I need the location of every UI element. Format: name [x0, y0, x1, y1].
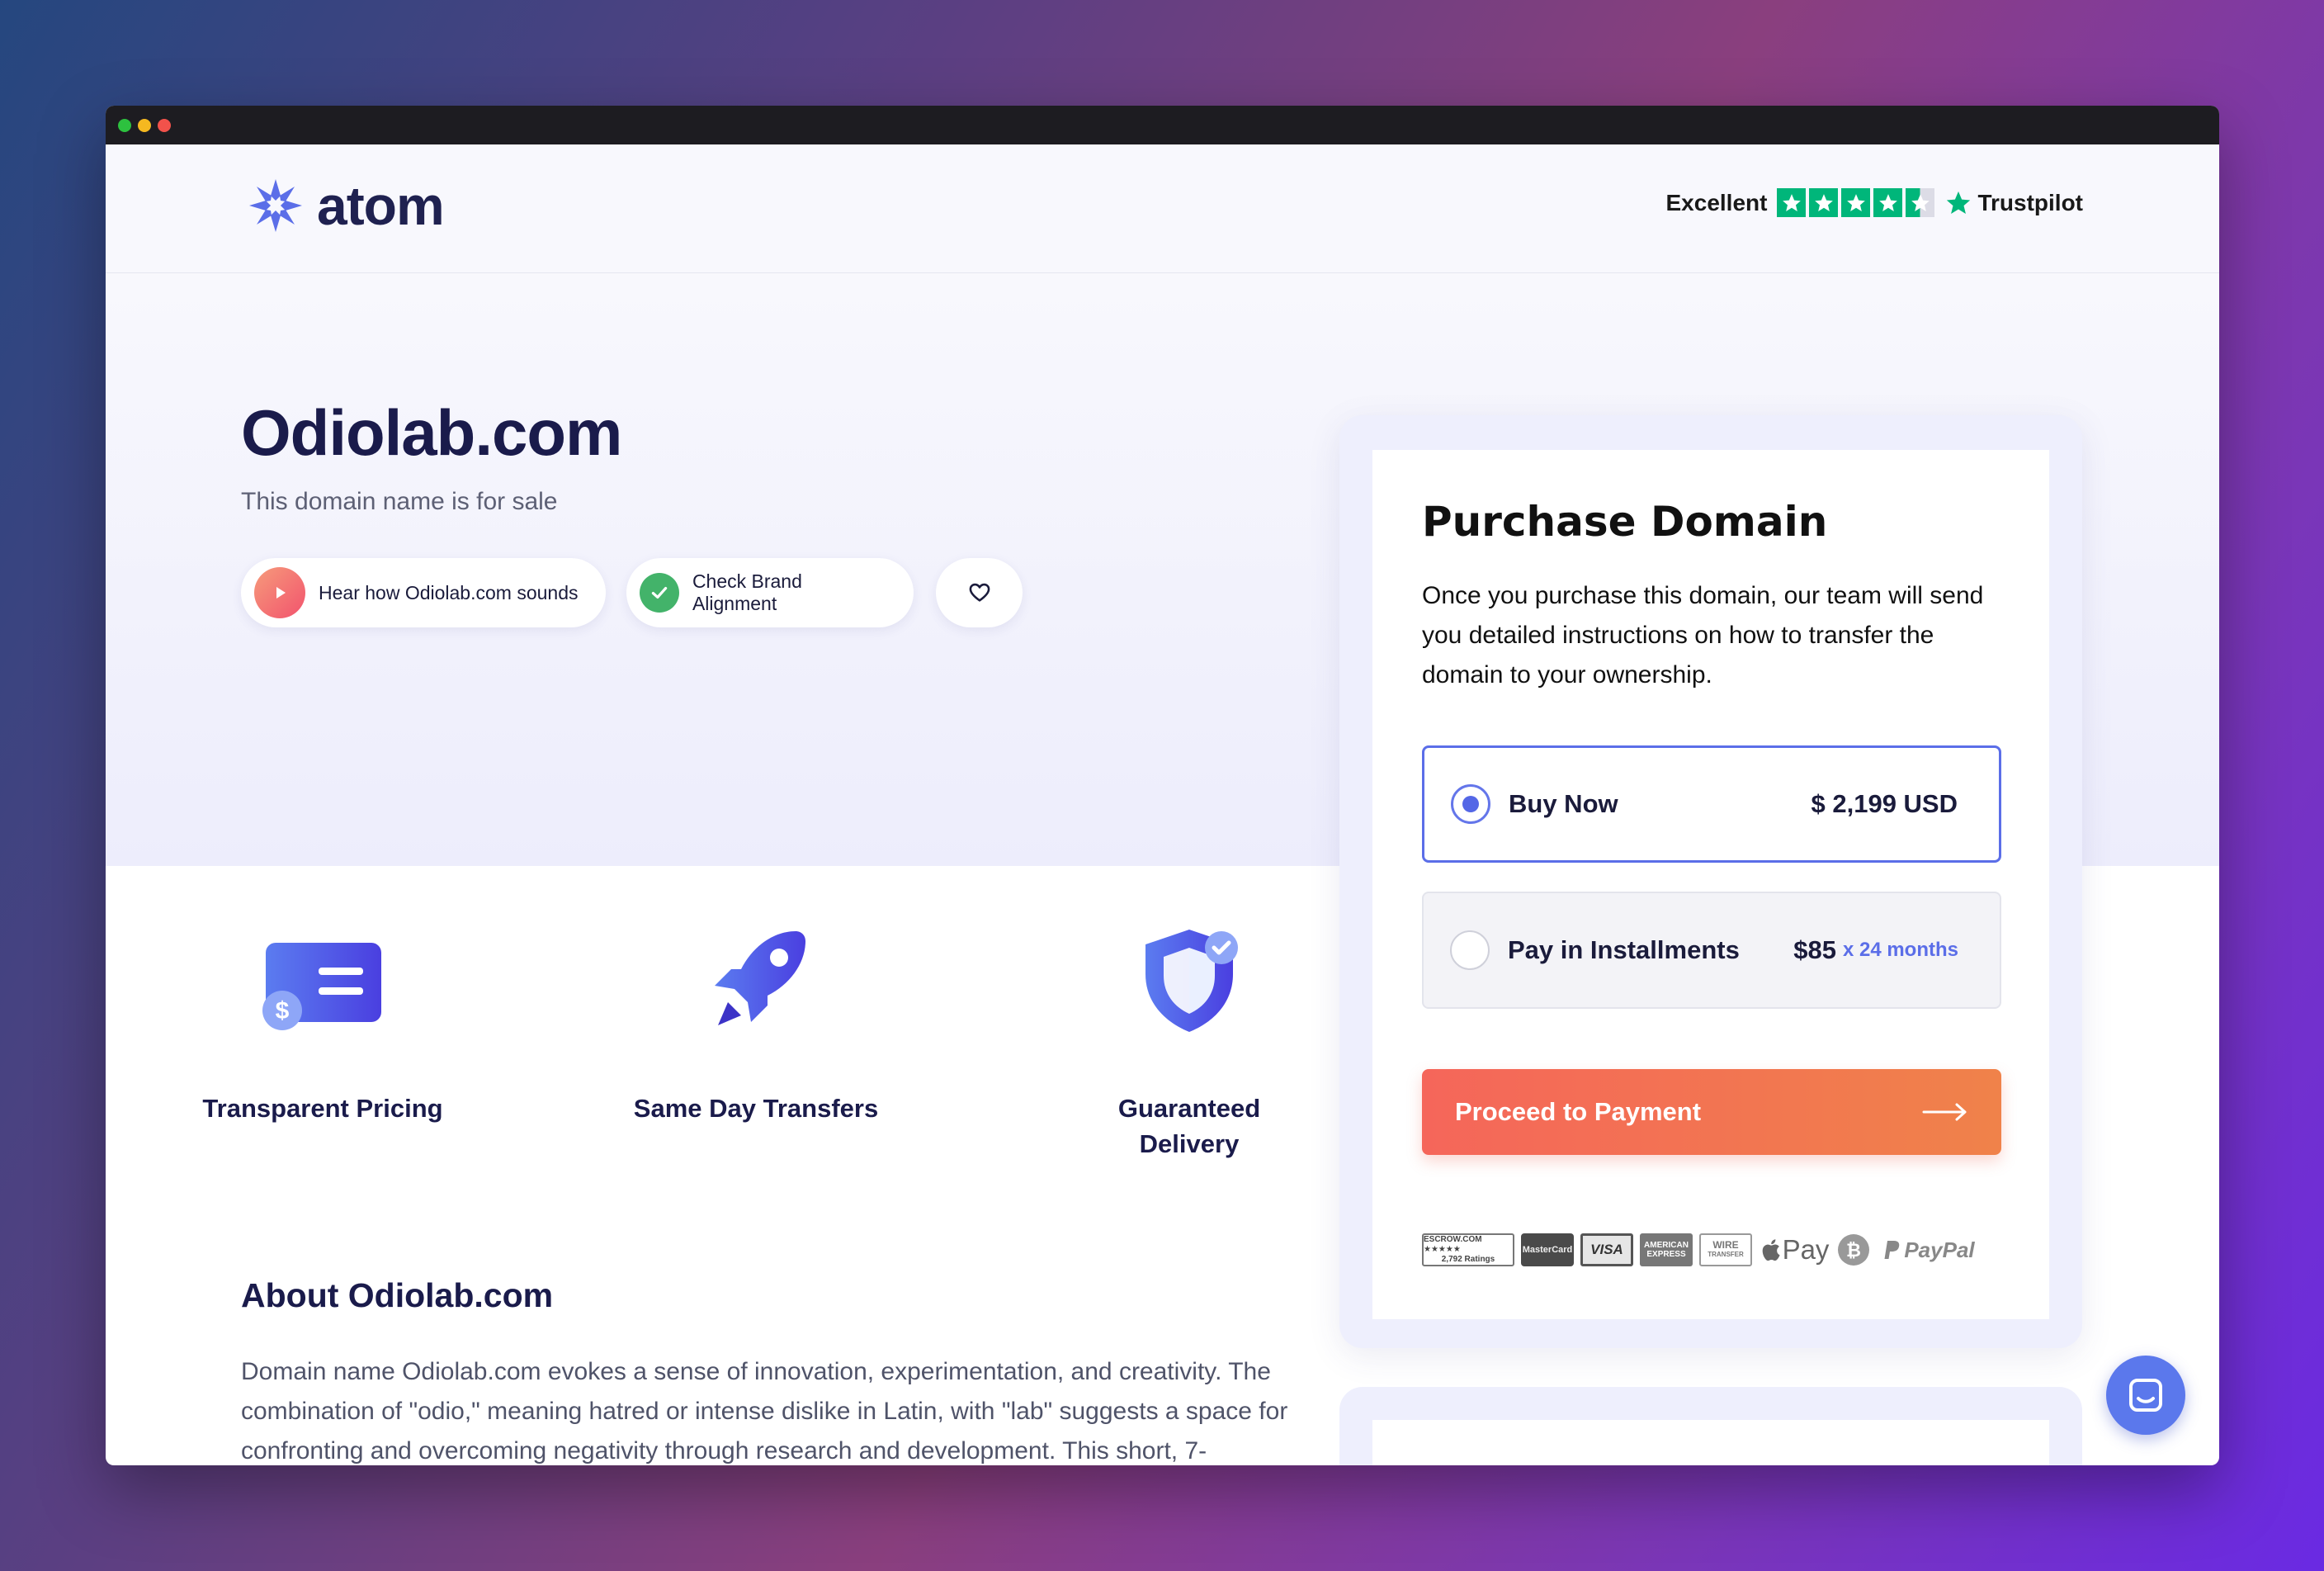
trust-label: Excellent: [1665, 189, 1768, 215]
option-months: x 24 months: [1842, 939, 1958, 961]
feature-same-day-transfers: Same Day Transfers: [632, 919, 880, 1126]
check-brand-label: Check Brand Alignment: [692, 570, 802, 614]
option-buy-now[interactable]: Buy Now $ 2,199 USD: [1422, 745, 2001, 863]
atom-logo[interactable]: atom: [246, 174, 445, 237]
visa-text: VISA: [1590, 1242, 1623, 1257]
paypal-icon: PayPal: [1878, 1233, 1980, 1266]
window-minimize-button[interactable]: [138, 119, 151, 132]
browser-window: atom Excellent Trustpilot Odiolab.com Th…: [106, 106, 2219, 1465]
arrow-right-icon: [1922, 1103, 1967, 1121]
visa-icon: VISA: [1580, 1233, 1633, 1266]
proceed-to-payment-button[interactable]: Proceed to Payment: [1422, 1069, 2001, 1155]
purchase-title: Purchase Domain: [1422, 498, 1828, 546]
feature-label: Transparent Pricing: [202, 1094, 443, 1123]
hear-sound-button[interactable]: Hear how Odiolab.com sounds: [241, 558, 606, 627]
window-maximize-button[interactable]: [118, 119, 131, 132]
star-icon: [1809, 188, 1839, 217]
escrow-badge: ESCROW.COM ★★★★★ 2,792 Ratings: [1422, 1233, 1514, 1266]
trustpilot-star-icon: [1947, 191, 1971, 214]
page-title: Odiolab.com: [241, 396, 622, 469]
paypal-text: PayPal: [1904, 1237, 1975, 1262]
half-star-icon: [1906, 188, 1935, 217]
site-header: atom Excellent Trustpilot: [106, 144, 2219, 273]
purchase-description: Once you purchase this domain, our team …: [1422, 582, 1984, 688]
svg-text:$: $: [276, 997, 290, 1024]
atom-star-icon: [249, 179, 302, 232]
feature-label: Same Day Transfers: [633, 1094, 879, 1123]
logo-text: atom: [317, 175, 445, 236]
feature-transparent-pricing: $ Transparent Pricing: [199, 919, 446, 1126]
option-price: $ 2,199 USD: [1811, 789, 1958, 818]
option-label: Pay in Installments: [1508, 935, 1740, 964]
trustpilot-rating[interactable]: Excellent Trustpilot: [1665, 188, 2083, 217]
page-subtitle: This domain name is for sale: [241, 488, 558, 515]
trustpilot-brand: Trustpilot: [1944, 189, 2083, 217]
wire-line2: TRANSFER: [1708, 1251, 1744, 1258]
favorite-button[interactable]: [936, 558, 1023, 627]
rocket-icon: [715, 931, 805, 1025]
play-icon: [254, 567, 305, 618]
feature-guaranteed-delivery: Guaranteed Delivery: [1065, 919, 1313, 1162]
option-installments[interactable]: Pay in Installments $85 x 24 months: [1422, 892, 2001, 1009]
shield-icon: [1145, 930, 1238, 1032]
pricing-card-icon: $: [262, 943, 381, 1030]
feature-label: Guaranteed Delivery: [1117, 1094, 1261, 1158]
heart-icon: [969, 583, 990, 602]
escrow-line2: 2,792 Ratings: [1441, 1255, 1495, 1264]
wire-line1: WIRE: [1712, 1239, 1739, 1251]
check-brand-button[interactable]: Check Brand Alignment: [626, 558, 914, 627]
bitcoin-icon: ₿: [1836, 1233, 1871, 1266]
star-icon: [1873, 188, 1903, 217]
escrow-line1: ESCROW.COM ★★★★★: [1424, 1235, 1482, 1254]
window-close-button[interactable]: [158, 119, 171, 132]
star-icon: [1777, 188, 1807, 217]
chat-widget-button[interactable]: [2106, 1356, 2185, 1435]
trustpilot-stars: [1777, 188, 1935, 217]
about-title: About Odiolab.com: [241, 1276, 554, 1314]
paypal-p-icon: [1884, 1241, 1900, 1259]
radio-unselected[interactable]: [1450, 930, 1490, 970]
payment-methods: ESCROW.COM ★★★★★ 2,792 Ratings MasterCar…: [1422, 1229, 2001, 1271]
amex-text: AMERICAN EXPRESS: [1644, 1241, 1689, 1259]
mastercard-text: MasterCard: [1522, 1245, 1573, 1255]
secondary-card: [1339, 1387, 2082, 1465]
radio-selected[interactable]: [1451, 784, 1490, 824]
apple-icon: [1762, 1239, 1780, 1261]
apple-pay-text: Pay: [1782, 1234, 1830, 1265]
chat-icon: [2129, 1379, 2162, 1412]
about-text: Domain name Odiolab.com evokes a sense o…: [241, 1358, 1288, 1465]
wire-transfer-icon: WIRE TRANSFER: [1699, 1233, 1752, 1266]
option-label: Buy Now: [1509, 789, 1618, 818]
amex-icon: AMERICAN EXPRESS: [1640, 1233, 1693, 1266]
hear-sound-label: Hear how Odiolab.com sounds: [319, 581, 579, 603]
check-icon: [640, 573, 679, 613]
window-titlebar: [106, 106, 2219, 144]
svg-text:₿: ₿: [1846, 1241, 1861, 1261]
purchase-card: Purchase Domain Once you purchase this d…: [1339, 415, 2082, 1348]
option-price: $85: [1793, 935, 1836, 964]
trustpilot-brand-text: Trustpilot: [1977, 189, 2083, 215]
apple-pay-icon: Pay: [1759, 1233, 1830, 1266]
star-icon: [1841, 188, 1871, 217]
cta-label: Proceed to Payment: [1455, 1097, 1702, 1126]
mastercard-icon: MasterCard: [1521, 1233, 1574, 1266]
